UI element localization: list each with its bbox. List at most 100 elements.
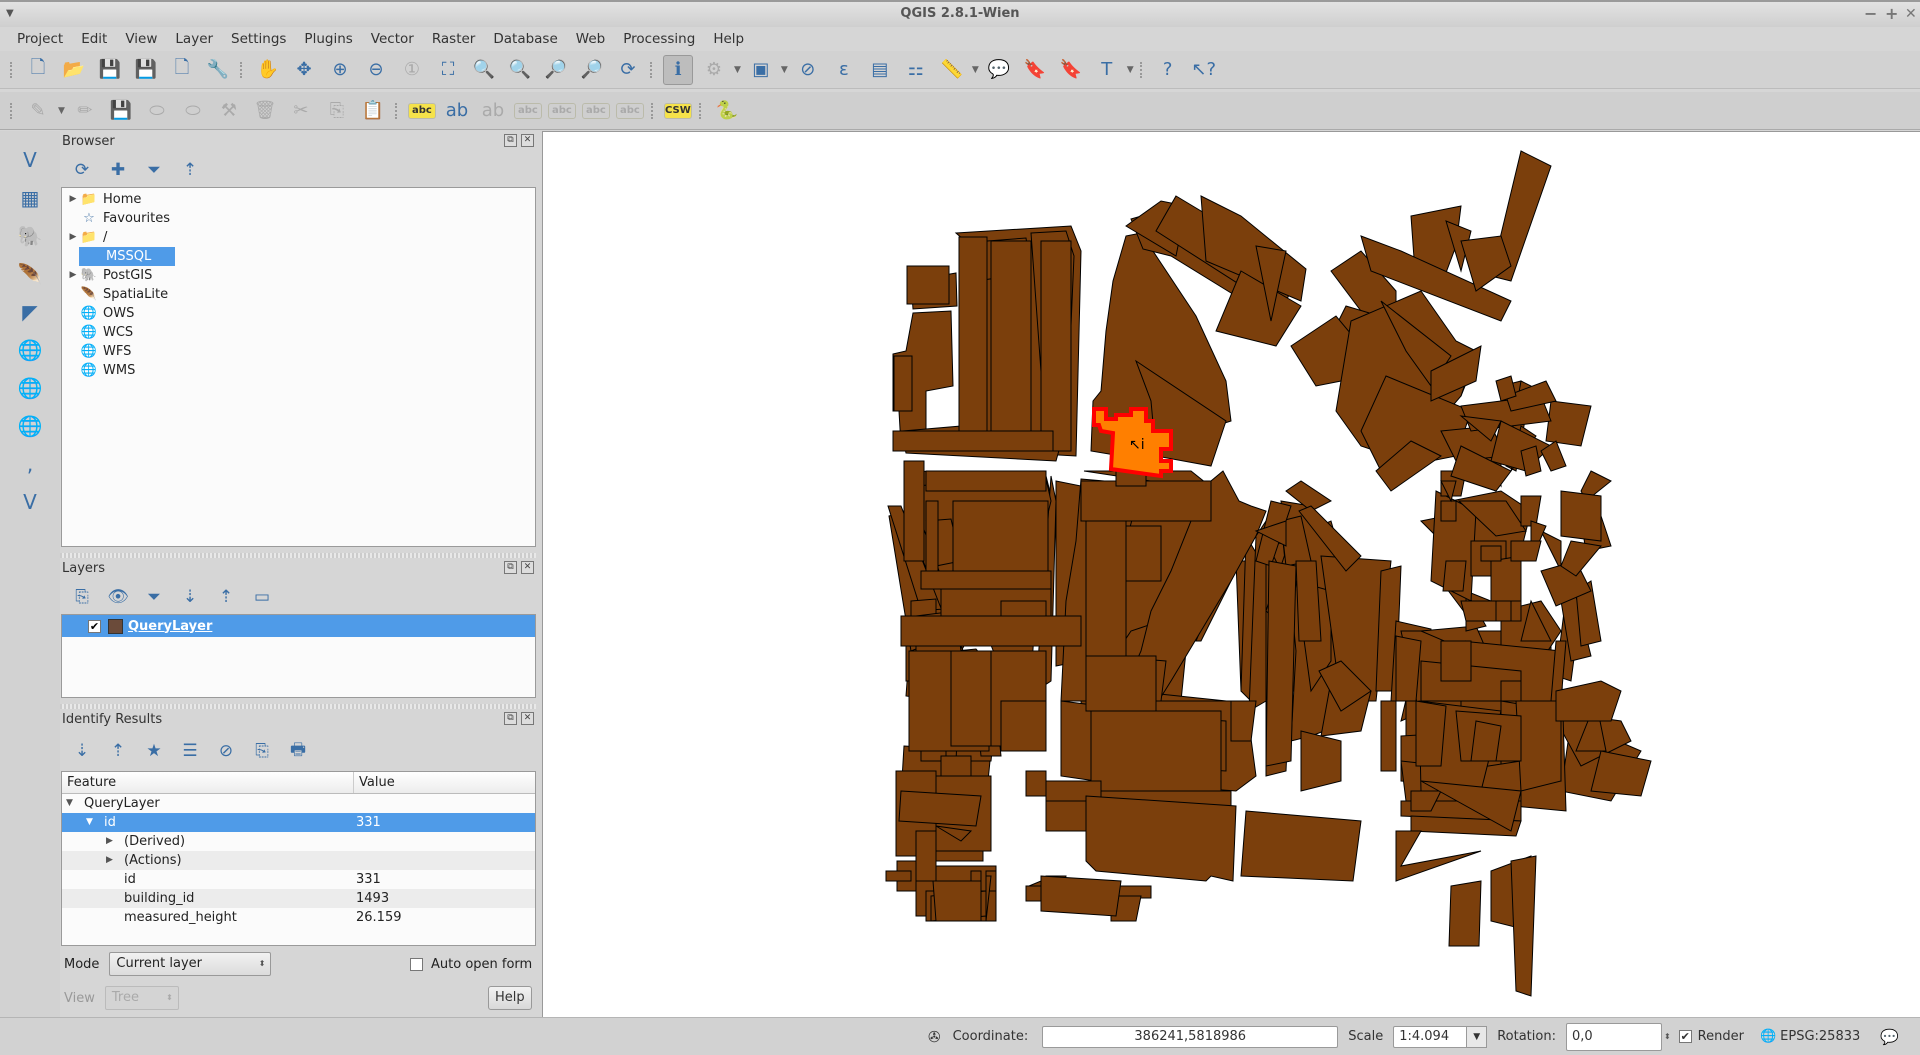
delete-selected-icon[interactable]: 🗑 — [250, 96, 280, 126]
manage-visibility-icon[interactable]: 👁 — [104, 583, 132, 611]
pan-icon[interactable]: ✋ — [253, 55, 283, 85]
map-buildings[interactable]: ↖i — [543, 132, 1920, 1017]
text-annotation-icon[interactable]: T — [1092, 55, 1122, 85]
add-raster-layer-icon[interactable]: ▦ — [12, 182, 48, 214]
browser-item-wms[interactable]: 🌐 WMS — [62, 361, 535, 380]
building-polygon[interactable] — [1560, 490, 1602, 542]
print-icon[interactable]: 🖶 — [284, 737, 312, 765]
building-polygon[interactable] — [940, 755, 972, 777]
remove-layer-icon[interactable]: ▭ — [248, 583, 276, 611]
result-row[interactable]: measured_height 26.159 — [62, 908, 535, 927]
map-canvas[interactable]: ↖i — [542, 131, 1920, 1017]
browser-item-favourites[interactable]: ☆ Favourites — [62, 209, 535, 228]
result-row[interactable]: ▶ (Actions) — [62, 851, 535, 870]
browser-item-wcs[interactable]: 🌐 WCS — [62, 323, 535, 342]
zoom-to-selection-icon[interactable]: 🔍 — [469, 55, 499, 85]
csw-icon[interactable]: CSW — [663, 102, 692, 119]
browser-item-wfs[interactable]: 🌐 WFS — [62, 342, 535, 361]
float-panel-button[interactable]: ⧉ — [504, 561, 517, 574]
browser-item-root[interactable]: ▶ 📁 / — [62, 228, 535, 247]
help-contents-icon[interactable]: ? — [1153, 55, 1183, 85]
dropdown-arrow-icon[interactable]: ▼ — [58, 106, 65, 116]
attribute-table-icon[interactable]: ▤ — [865, 55, 895, 85]
deselect-all-icon[interactable]: ⊘ — [793, 55, 823, 85]
result-row[interactable]: building_id 1493 — [62, 889, 535, 908]
float-panel-button[interactable]: ⧉ — [504, 712, 517, 725]
building-polygon[interactable] — [1539, 529, 1562, 572]
building-polygon[interactable] — [990, 240, 1032, 442]
building-polygon[interactable] — [892, 430, 1054, 452]
crs-button[interactable]: EPSG:25833 — [1780, 1029, 1860, 1044]
maximize-button[interactable]: + — [1885, 2, 1898, 26]
pan-to-selection-icon[interactable]: ✥ — [289, 55, 319, 85]
mode-select[interactable]: Current layer ⬍ — [109, 952, 272, 976]
add-wms-layer-icon[interactable]: 🌐 — [12, 334, 48, 366]
cut-features-icon[interactable]: ✂ — [286, 96, 316, 126]
copy-features-icon[interactable]: ⎘ — [322, 96, 352, 126]
run-feature-action-icon[interactable]: ⚙ — [699, 55, 729, 85]
zoom-full-icon[interactable]: ⛶ — [433, 55, 463, 85]
building-polygon[interactable] — [885, 870, 912, 882]
zoom-to-layer-icon[interactable]: 🔍 — [505, 55, 535, 85]
expand-arrow-icon[interactable]: ▶ — [66, 266, 80, 285]
menu-settings[interactable]: Settings — [222, 27, 295, 51]
result-row[interactable]: ▶ (Derived) — [62, 832, 535, 851]
zoom-in-icon[interactable]: ⊕ — [325, 55, 355, 85]
building-polygon[interactable] — [1510, 540, 1542, 562]
expand-arrow-icon[interactable]: ▶ — [106, 832, 120, 851]
add-feature-icon[interactable]: ⬭ — [142, 96, 172, 126]
map-tips-icon[interactable]: 💬 — [984, 55, 1014, 85]
result-row[interactable]: ▼ id 331 — [62, 813, 535, 832]
building-polygon[interactable] — [1415, 700, 1447, 767]
building-polygon[interactable] — [903, 460, 925, 562]
building-polygon[interactable] — [925, 500, 939, 572]
building-polygon[interactable] — [1125, 525, 1162, 582]
layer-name[interactable]: QueryLayer — [128, 617, 212, 636]
filter-icon[interactable]: ⏷ — [140, 156, 168, 184]
zoom-out-icon[interactable]: ⊖ — [361, 55, 391, 85]
add-selected-layers-icon[interactable]: ✚ — [104, 156, 132, 184]
expand-arrow-icon[interactable]: ▶ — [66, 228, 80, 247]
building-polygon[interactable] — [1480, 545, 1502, 562]
menu-raster[interactable]: Raster — [423, 27, 485, 51]
building-polygon[interactable] — [1265, 560, 1297, 767]
save-as-icon[interactable]: 💾 — [131, 55, 161, 85]
building-polygon[interactable] — [1040, 875, 1122, 917]
rotation-field[interactable]: 0,0 — [1565, 1022, 1662, 1051]
value-column-header[interactable]: Value — [354, 772, 395, 793]
menu-layer[interactable]: Layer — [166, 27, 222, 51]
field-calculator-icon[interactable]: ⚏ — [901, 55, 931, 85]
open-form-icon[interactable]: ☰ — [176, 737, 204, 765]
close-panel-button[interactable]: ✕ — [521, 561, 534, 574]
scale-dropdown-icon[interactable]: ▼ — [1467, 1025, 1488, 1048]
building-polygon[interactable] — [1495, 375, 1517, 402]
building-polygon[interactable] — [920, 570, 1052, 590]
messages-icon[interactable]: 💬 — [1880, 1028, 1899, 1046]
rotate-label-icon[interactable]: abc — [581, 102, 610, 119]
select-features-icon[interactable]: ▣ — [746, 55, 776, 85]
building-polygon[interactable] — [1440, 500, 1457, 522]
menu-vector[interactable]: Vector — [362, 27, 423, 51]
node-tool-icon[interactable]: ⚒ — [214, 96, 244, 126]
collapse-all-icon[interactable]: ⇡ — [212, 583, 240, 611]
render-checkbox[interactable]: ✔ — [1678, 1030, 1692, 1043]
building-polygon[interactable] — [1555, 680, 1622, 722]
change-label-icon[interactable]: abc — [615, 102, 644, 119]
browser-item-ows[interactable]: 🌐 OWS — [62, 304, 535, 323]
dropdown-arrow-icon[interactable]: ▼ — [972, 65, 979, 75]
browser-item-mssql[interactable]: ◤MSSQL — [62, 247, 535, 266]
refresh-icon[interactable]: ⟳ — [613, 55, 643, 85]
toolbar-grip[interactable] — [10, 61, 16, 78]
building-polygon[interactable] — [1090, 710, 1222, 792]
move-label-icon[interactable]: abc — [547, 102, 576, 119]
add-spatialite-layer-icon[interactable]: 🪶 — [12, 258, 48, 290]
building-polygon[interactable] — [915, 830, 937, 882]
zoom-last-icon[interactable]: 🔎 — [541, 55, 571, 85]
rotation-spinner-icon[interactable]: ⬍ — [1664, 1032, 1671, 1041]
building-polygon[interactable] — [1545, 400, 1592, 447]
current-edits-icon[interactable]: ✎ — [23, 96, 53, 126]
building-polygon[interactable] — [906, 265, 950, 305]
building-polygon[interactable] — [1470, 720, 1502, 762]
expand-new-results-icon[interactable]: ★ — [140, 737, 168, 765]
building-polygon[interactable] — [1080, 480, 1212, 522]
